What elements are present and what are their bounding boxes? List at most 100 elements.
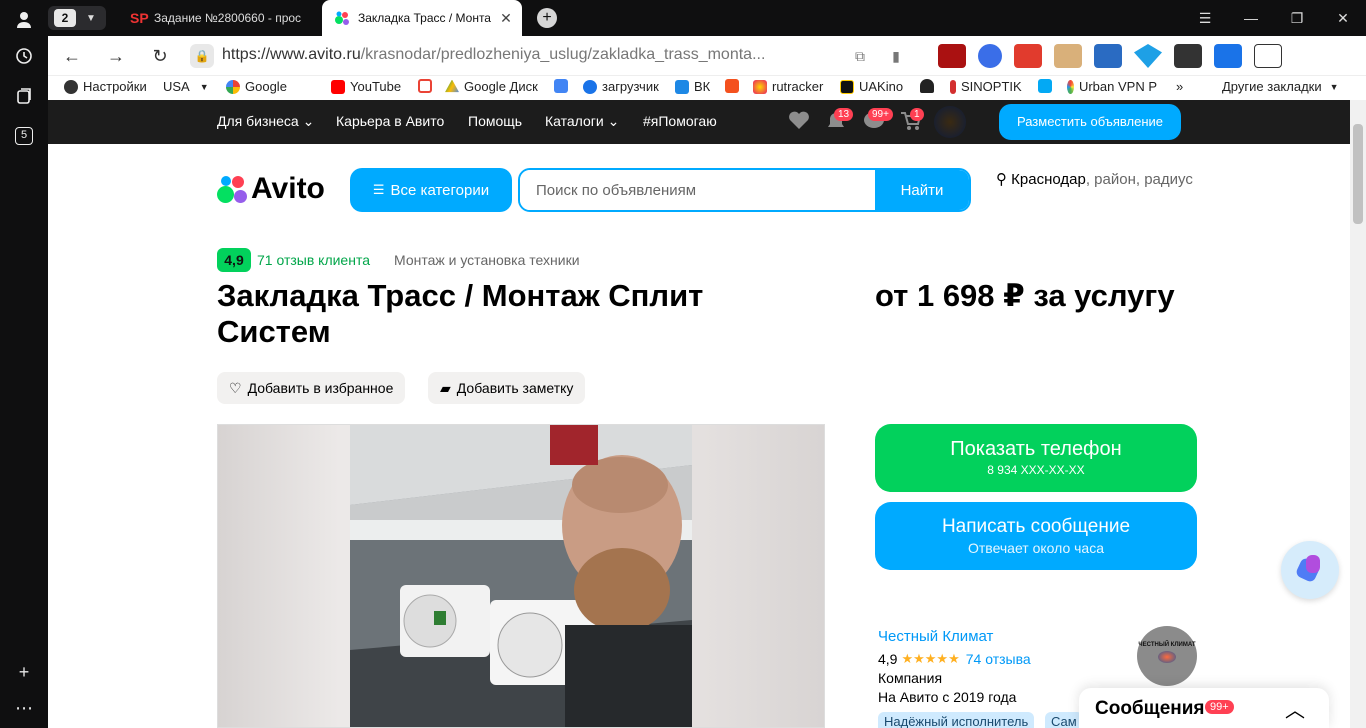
seller-tag: Сам — [1045, 712, 1083, 728]
messages-panel[interactable]: Сообщения 99+ ︿ — [1079, 688, 1329, 728]
tab-title: Задание №2800660 - прос — [154, 11, 302, 25]
chevron-down-icon: ▼ — [199, 81, 209, 92]
tabs-count-icon[interactable]: 5 — [12, 124, 36, 148]
extension-face-icon[interactable] — [1054, 44, 1082, 68]
drive-icon — [445, 79, 459, 93]
f-app-icon — [725, 79, 739, 93]
bookmark-other[interactable]: Другие закладки ▼ — [1222, 79, 1339, 94]
bookmark-p[interactable] — [1038, 79, 1057, 93]
nav-help-tag[interactable]: #яПомогаю — [643, 113, 717, 129]
assistant-bubble-icon[interactable] — [1281, 541, 1339, 599]
scrollbar-thumb[interactable] — [1353, 124, 1363, 224]
new-tab-button[interactable]: + — [537, 8, 557, 28]
bookmark-youtube[interactable]: YouTube — [331, 79, 401, 94]
close-window-icon[interactable]: ✕ — [1320, 0, 1366, 36]
reviews-link[interactable]: 71 отзыв клиента — [257, 252, 370, 268]
gear-icon — [64, 79, 78, 94]
nav-catalogs[interactable]: Каталоги ⌄ — [545, 113, 619, 130]
listing-price: от 1 698 ₽ за услугу — [875, 278, 1175, 313]
bookmark-rutracker[interactable]: rutracker — [753, 79, 823, 94]
menu-icon[interactable]: ☰ — [1182, 0, 1228, 36]
bookmark-uakino[interactable]: UAKino — [840, 79, 903, 94]
seller-name-link[interactable]: Честный Климат — [878, 628, 993, 645]
page-scrollbar[interactable] — [1350, 100, 1366, 728]
chevron-down-icon: ▼ — [1329, 81, 1339, 92]
avito-logo[interactable]: Avito — [217, 172, 325, 206]
nav-help[interactable]: Помощь — [468, 113, 522, 129]
nav-business[interactable]: Для бизнеса ⌄ — [217, 113, 314, 130]
bookmark-usa[interactable]: USA ▼ — [163, 79, 209, 94]
messages-panel-title: Сообщения — [1095, 698, 1205, 719]
more-icon[interactable]: ⋯ — [12, 696, 36, 720]
collections-icon[interactable] — [12, 84, 36, 108]
chevron-up-icon[interactable]: ︿ — [1285, 694, 1305, 723]
bookmark-f[interactable] — [725, 79, 744, 93]
seller-type: Компания — [878, 670, 943, 686]
extension-diamond-icon[interactable] — [1134, 44, 1162, 68]
back-icon[interactable]: ← — [60, 44, 84, 68]
extensions-bar — [938, 44, 1282, 68]
favorites-heart-icon[interactable] — [788, 110, 810, 133]
all-categories-button[interactable]: ☰ Все категории — [350, 168, 512, 212]
bookmark-google[interactable]: Google — [226, 79, 287, 94]
tab-group-button[interactable]: 2 ▼ — [48, 6, 106, 30]
photo-gallery[interactable] — [217, 424, 825, 728]
restore-icon[interactable]: ❐ — [1274, 0, 1320, 36]
close-tab-icon[interactable]: ✕ — [496, 10, 516, 27]
seller-avatar[interactable]: ЧЕСТНЫЙ КЛИМАТ — [1137, 626, 1197, 686]
bookmark-urban-vpn[interactable]: Urban VPN P — [1067, 79, 1157, 94]
forward-icon[interactable]: → — [104, 44, 128, 68]
bookmark-google-drive[interactable]: Google Диск — [445, 79, 538, 94]
seller-reviews-link[interactable]: 74 отзыва — [966, 651, 1031, 667]
post-ad-button[interactable]: Разместить объявление — [999, 104, 1181, 140]
extension-puzzle-icon[interactable] — [1254, 44, 1282, 68]
bookmark-chess[interactable] — [920, 79, 939, 93]
avito-top-nav: Для бизнеса ⌄ Карьера в Авито Помощь Кат… — [48, 100, 1350, 144]
listing-photo[interactable] — [350, 425, 692, 727]
minimize-icon[interactable]: — — [1228, 0, 1274, 36]
tab-bar: 2 ▼ SP Задание №2800660 - прос Закладка … — [48, 0, 1366, 36]
rating-badge: 4,9 — [217, 248, 251, 272]
url-field[interactable]: https://www.avito.ru/krasnodar/predlozhe… — [222, 46, 765, 64]
google-icon — [226, 79, 240, 94]
reload-icon[interactable]: ↻ — [148, 44, 172, 68]
show-phone-button[interactable]: Показать телефон 8 934 XXX-XX-XX — [875, 424, 1197, 492]
share-icon[interactable]: ⧉ — [848, 44, 872, 68]
location-selector[interactable]: ⚲ Краснодар, район, радиус — [996, 170, 1196, 190]
extension-bracket-icon[interactable] — [1174, 44, 1202, 68]
bookmark-translate[interactable] — [554, 79, 573, 93]
add-to-favorites-button[interactable]: ♡ Добавить в избранное — [217, 372, 406, 404]
history-icon[interactable] — [12, 44, 36, 68]
bookmark-sinoptik[interactable]: SINOPTIK — [950, 79, 1022, 94]
tab-avito[interactable]: Закладка Трасс / Монта ✕ — [322, 0, 522, 36]
bookmark-settings[interactable]: Настройки — [64, 79, 147, 94]
more-bookmarks-icon[interactable]: » — [1176, 79, 1183, 94]
download-icon[interactable] — [1214, 44, 1242, 68]
add-note-button[interactable]: ▰ Добавить заметку — [428, 372, 586, 404]
bookmark-gmail[interactable] — [418, 79, 437, 93]
extension-speed-icon[interactable] — [1014, 44, 1042, 68]
nav-career[interactable]: Карьера в Авито — [336, 113, 444, 129]
tab-task[interactable]: SP Задание №2800660 - прос — [118, 0, 318, 36]
extension-globe-icon[interactable] — [978, 44, 1002, 68]
bookmark-downloader[interactable]: загрузчик — [583, 79, 659, 94]
uakino-icon — [840, 79, 854, 94]
browser-sidebar: 5 + ⋯ — [0, 0, 48, 728]
extension-shield-icon[interactable] — [938, 44, 966, 68]
notifications-badge: 13 — [834, 108, 854, 121]
search-button[interactable]: Найти — [875, 170, 969, 210]
add-panel-icon[interactable]: + — [12, 660, 36, 684]
breadcrumb-category[interactable]: Монтаж и установка техники — [394, 252, 580, 268]
bookmark-vk[interactable]: ВК — [675, 79, 710, 94]
profile-icon[interactable] — [12, 8, 36, 32]
gmail-icon — [418, 79, 432, 93]
location-pin-icon: ⚲ — [996, 171, 1007, 188]
search-input[interactable] — [520, 170, 875, 210]
user-avatar[interactable] — [934, 106, 966, 138]
lock-icon[interactable]: 🔒 — [190, 44, 214, 68]
tab-title: Закладка Трасс / Монта — [358, 11, 491, 25]
extension-calendar-icon[interactable] — [1094, 44, 1122, 68]
bookmarks-bar: Настройки USA ▼ Google YouTube Google Дис… — [48, 76, 1366, 100]
bookmark-icon[interactable]: ▮ — [884, 44, 908, 68]
write-message-button[interactable]: Написать сообщение Отвечает около часа — [875, 502, 1197, 570]
